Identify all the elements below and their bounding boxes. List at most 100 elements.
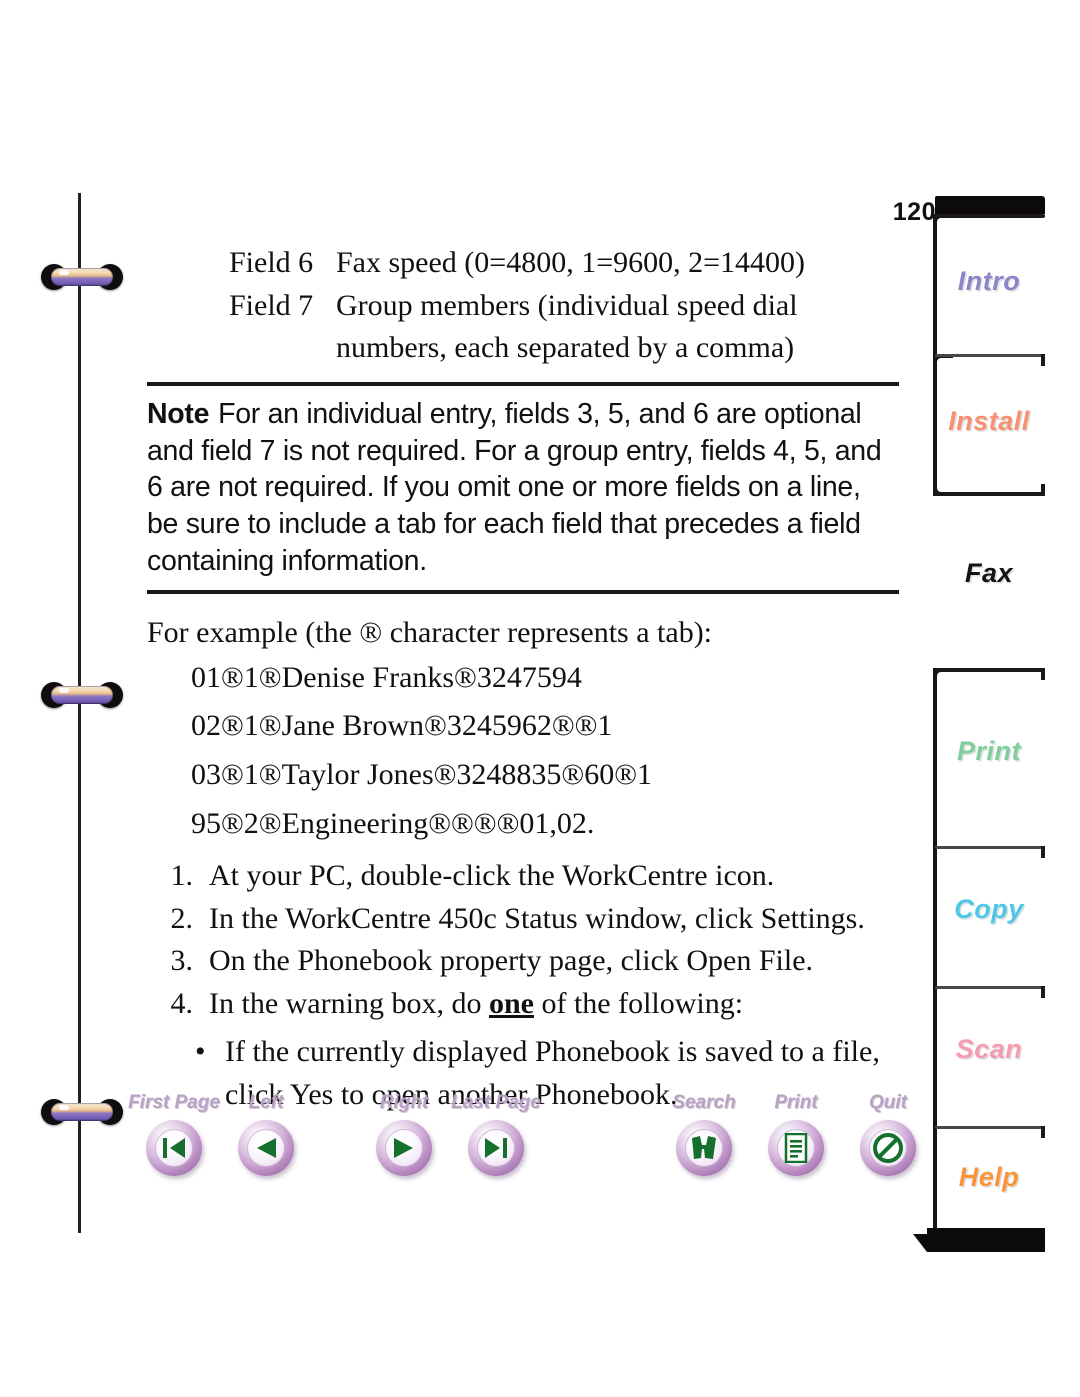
ring-highlight [59, 1105, 69, 1110]
print-button[interactable] [768, 1120, 824, 1176]
tab-tick [1041, 668, 1045, 680]
step-item: 1. At your PC, double-click the WorkCent… [147, 855, 899, 898]
tab-tick [1041, 1126, 1045, 1138]
step-text: In the WorkCentre 450c Status window, cl… [209, 901, 865, 935]
example-intro: For example (the ® character represents … [147, 615, 713, 649]
nav-label-last-page: Last Page [451, 1092, 541, 1113]
tools-group: Search Print Quit [658, 1092, 934, 1176]
tab-top-rule [935, 354, 1045, 357]
step-text-emphasis: one [488, 986, 534, 1020]
tab-install[interactable]: Install [933, 354, 1045, 496]
step-text: On the Phonebook property page, click Op… [209, 944, 814, 978]
tab-tick [1041, 354, 1045, 366]
note-callout: Note For an individual entry, fields 3, 5… [147, 381, 899, 594]
nav-label-right: Right [379, 1092, 429, 1113]
step-text: In the warning box, do one of the follow… [209, 983, 899, 1026]
last-page-icon [485, 1138, 507, 1158]
first-page-button[interactable] [146, 1120, 202, 1176]
tab-top-rule [935, 1126, 1045, 1129]
tab-label-copy: Copy [954, 894, 1024, 924]
tab-top-rule [935, 214, 1045, 218]
tab-tick [1041, 484, 1045, 496]
field-definition-list: Field 6 Fax speed (0=4800, 1=9600, 2=144… [147, 242, 899, 370]
field-row: Field 7 Group members (individual speed … [147, 285, 899, 328]
note-heading: Note [147, 397, 210, 430]
tab-label-intro: Intro [957, 266, 1021, 296]
step-number: 3. [170, 944, 194, 978]
last-page-button[interactable] [468, 1120, 524, 1176]
note-text: Note For an individual entry, fields 3, 5… [147, 396, 899, 580]
step-item: 3. On the Phonebook property page, click… [147, 940, 899, 983]
nav-last-page[interactable]: Last Page [450, 1092, 542, 1176]
tab-help[interactable]: Help [913, 1126, 1045, 1252]
tab-label-help: Help [958, 1162, 1020, 1192]
nav-quit[interactable]: Quit [842, 1092, 934, 1176]
ring-highlight [59, 270, 69, 275]
tab-label-install: Install [948, 406, 1030, 436]
nav-label-left: Left [248, 1092, 284, 1113]
tab-top-rule [935, 846, 1045, 849]
quit-button[interactable] [860, 1120, 916, 1176]
field-label: Field 6 [229, 246, 314, 279]
search-button[interactable] [676, 1120, 732, 1176]
binder-ring-2 [41, 682, 123, 708]
step-item: 4. In the warning box, do one of the fol… [147, 983, 899, 1026]
nav-search[interactable]: Search [658, 1092, 750, 1176]
example-line: 95®2®Engineering®®®®01,02. [191, 807, 595, 841]
page-navigation-group-forward: Right Last Page [358, 1092, 542, 1176]
nav-first-page[interactable]: First Page [128, 1092, 220, 1176]
tab-label-scan: Scan [955, 1034, 1023, 1064]
tab-copy[interactable]: Copy [933, 846, 1045, 986]
tab-top-rule [935, 668, 1045, 672]
tab-scan[interactable]: Scan [933, 986, 1045, 1126]
bullet-line-1: If the currently displayed Phonebook is … [225, 1035, 825, 1069]
page-content: Field 6 Fax speed (0=4800, 1=9600, 2=144… [147, 242, 899, 1117]
binder-spine-line [78, 193, 81, 1233]
section-tab-strip: Intro Install Fax Print Copy Scan Help [913, 196, 1053, 1252]
nav-right[interactable]: Right [358, 1092, 450, 1176]
tab-strip-base [913, 1228, 1045, 1252]
field-description: Group members (individual speed dial [336, 288, 798, 322]
next-page-icon [394, 1138, 413, 1158]
example-line: 03®1®Taylor Jones®3248835®60®1 [191, 758, 653, 792]
step-item: 2. In the WorkCentre 450c Status window,… [147, 898, 899, 941]
example-line: 01®1®Denise Franks®3247594 [191, 660, 582, 694]
field-description: Fax speed (0=4800, 1=9600, 2=14400) [336, 246, 806, 279]
step-number: 1. [170, 859, 194, 893]
page-navigation-group: First Page Left [128, 1092, 312, 1176]
procedure-steps: 1. At your PC, double-click the WorkCent… [147, 855, 899, 1025]
binder-ring-1 [41, 264, 123, 290]
field-description-continuation: numbers, each separated by a comma) [336, 331, 795, 365]
no-entry-icon [873, 1133, 903, 1163]
step-text-post: of the following: [533, 986, 744, 1020]
nav-label-print: Print [774, 1092, 818, 1113]
tab-print[interactable]: Print [933, 668, 1045, 846]
step-text: At your PC, double-click the WorkCentre … [209, 859, 775, 893]
tab-fax[interactable]: Fax [933, 496, 1045, 668]
ring-highlight [59, 688, 69, 693]
tab-label-print: Print [956, 736, 1021, 766]
nav-label-quit: Quit [869, 1092, 907, 1113]
step-text-pre: In the warning box, do [209, 986, 489, 1020]
binoculars-icon [692, 1136, 716, 1159]
step-number: 2. [170, 901, 194, 935]
document-print-icon [784, 1133, 808, 1163]
tab-corner-top [933, 354, 953, 374]
first-page-icon [163, 1138, 185, 1158]
example-lines: 01®1®Denise Franks®3247594 02®1®Jane Bro… [147, 654, 899, 850]
navigation-toolbar: First Page Left Right Last Page Search P… [128, 1092, 916, 1192]
tab-tick [1041, 986, 1045, 998]
nav-left[interactable]: Left [220, 1092, 312, 1176]
nav-label-search: Search [672, 1092, 736, 1113]
next-page-button[interactable] [376, 1120, 432, 1176]
tab-top-rule [935, 986, 1045, 989]
note-body-text: For an individual entry, fields 3, 5, an… [147, 397, 882, 577]
page-number: 120 [892, 198, 936, 226]
example-line: 02®1®Jane Brown®3245962®®1 [191, 709, 613, 743]
previous-page-button[interactable] [238, 1120, 294, 1176]
tab-intro[interactable]: Intro [933, 214, 1045, 356]
step-number: 4. [170, 986, 194, 1020]
tab-tick [1041, 846, 1045, 858]
binder-ring-3 [41, 1099, 123, 1125]
nav-print[interactable]: Print [750, 1092, 842, 1176]
